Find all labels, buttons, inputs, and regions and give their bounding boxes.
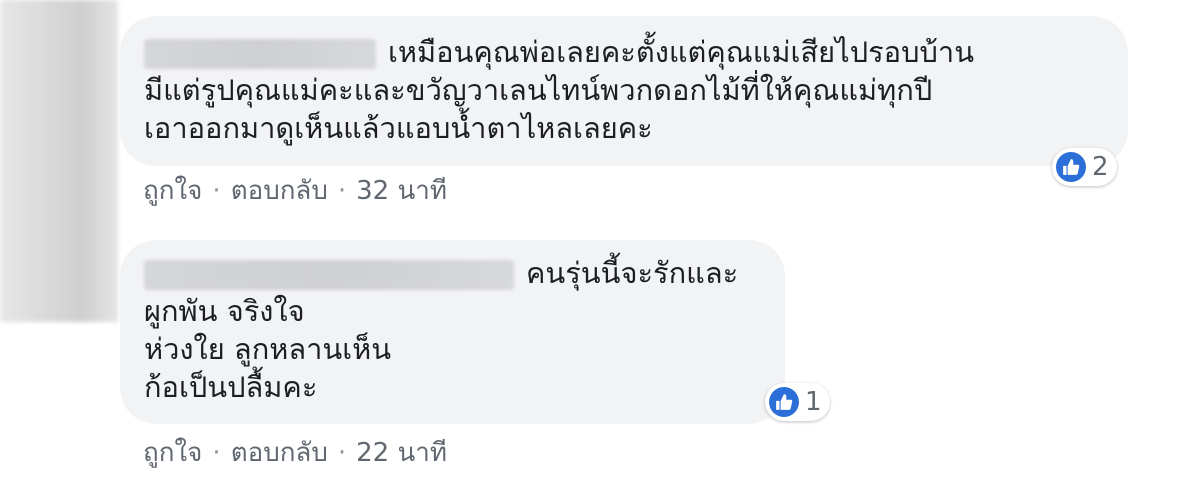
reaction-count: 2: [1092, 152, 1109, 182]
comment-line: เอาออกมาดูเห็นแล้วแอบน้ำตาไหลเลยคะ: [144, 111, 653, 145]
author-name-redacted[interactable]: [144, 39, 376, 69]
reply-button[interactable]: ตอบกลับ: [231, 438, 328, 468]
comment-line-text: คนรุ่นนี้จะรักและ: [526, 256, 739, 290]
avatar[interactable]: [0, 0, 118, 322]
comment-bubble: คนรุ่นนี้จะรักและ ผูกพัน จริงใจ ห่วงใย ล…: [120, 240, 785, 424]
comment-line: เหมือนคุณพ่อเลยคะตั้งแต่คุณแม่เสียไปรอบบ…: [144, 33, 1100, 71]
like-thumbs-up-icon: [769, 387, 799, 417]
like-thumbs-up-icon: [1056, 152, 1086, 182]
reaction-count: 1: [805, 387, 822, 417]
timestamp[interactable]: 22 นาที: [356, 438, 447, 468]
comment-line: ห่วงใย ลูกหลานเห็น: [144, 332, 392, 366]
timestamp[interactable]: 32 นาที: [356, 176, 447, 206]
comment-line: ผูกพัน จริงใจ: [144, 294, 305, 328]
reaction-summary[interactable]: 1: [765, 383, 830, 421]
reply-button[interactable]: ตอบกลับ: [231, 176, 328, 206]
comment-text: เหมือนคุณพ่อเลยคะตั้งแต่คุณแม่เสียไปรอบบ…: [144, 33, 1100, 147]
like-button[interactable]: ถูกใจ: [143, 176, 202, 206]
comment-actions: ถูกใจ · ตอบกลับ · 32 นาที: [143, 170, 447, 211]
comment-line: มีแต่รูปคุณแม่คะและขวัญวาเลนไทน์พวกดอกไม…: [144, 73, 933, 107]
comment-line: ก้อเป็นปลื้มคะ: [144, 370, 318, 404]
comment-line: คนรุ่นนี้จะรักและ: [144, 254, 761, 292]
separator: ·: [337, 438, 347, 468]
separator: ·: [337, 176, 347, 206]
comment-text: คนรุ่นนี้จะรักและ ผูกพัน จริงใจ ห่วงใย ล…: [144, 254, 761, 406]
reaction-summary[interactable]: 2: [1052, 148, 1117, 186]
comment-actions: ถูกใจ · ตอบกลับ · 22 นาที: [143, 432, 447, 473]
separator: ·: [212, 438, 221, 468]
author-name-redacted[interactable]: [144, 260, 514, 290]
comment-line-text: เหมือนคุณพ่อเลยคะตั้งแต่คุณแม่เสียไปรอบบ…: [388, 35, 975, 69]
comment-bubble: เหมือนคุณพ่อเลยคะตั้งแต่คุณแม่เสียไปรอบบ…: [120, 16, 1128, 166]
separator: ·: [212, 176, 221, 206]
like-button[interactable]: ถูกใจ: [143, 438, 202, 468]
